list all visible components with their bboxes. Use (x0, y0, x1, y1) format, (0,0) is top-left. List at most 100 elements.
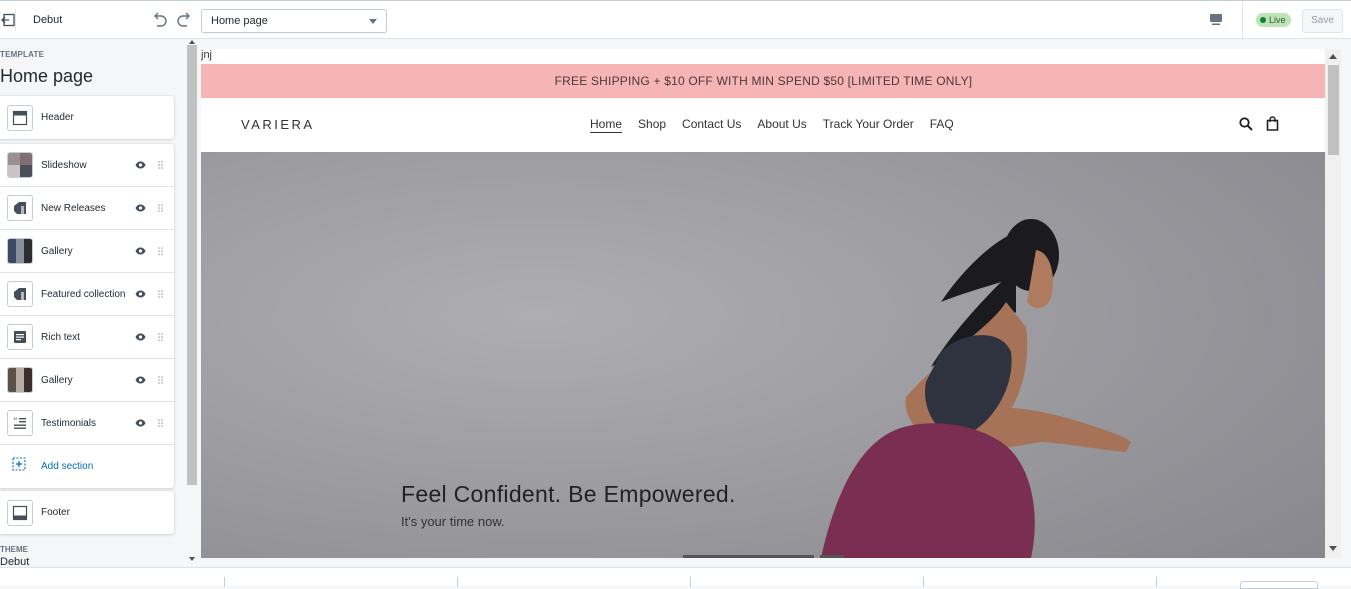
cart-icon[interactable] (1266, 116, 1279, 136)
slideshow-pagination (683, 555, 844, 558)
slide-indicator-active[interactable] (683, 555, 814, 558)
redo-button[interactable] (176, 12, 193, 33)
section-item-featured-collection[interactable]: Featured collection (0, 273, 174, 316)
sections-sidebar: TEMPLATE Home page Header Slideshow New … (0, 39, 185, 567)
quote-icon: “ (7, 410, 33, 436)
section-item-label: Testimonials (41, 417, 97, 429)
theme-value: Debut (0, 556, 30, 567)
scrollbar-thumb[interactable] (187, 45, 197, 485)
status-badge-label: Live (1269, 15, 1286, 25)
template-label: TEMPLATE (0, 50, 45, 59)
hero-athlete-image (201, 152, 1326, 558)
nav-link-track-order[interactable]: Track Your Order (823, 117, 914, 131)
visibility-eye-icon[interactable] (135, 242, 146, 260)
drag-handle-icon[interactable] (158, 371, 163, 389)
add-section-icon (12, 457, 26, 476)
preview-scrollbar[interactable] (1325, 49, 1341, 558)
section-item-rich-text[interactable]: Rich text (0, 316, 174, 359)
sections-card: Slideshow New Releases Gallery Featured … (0, 144, 174, 488)
text-block-icon (7, 324, 33, 350)
section-item-label: Gallery (41, 245, 73, 257)
hero-heading: Feel Confident. Be Empowered. (401, 481, 736, 507)
scroll-down-arrow-icon[interactable] (1329, 546, 1337, 551)
desktop-view-button[interactable] (1209, 13, 1223, 31)
store-preview: jnj FREE SHIPPING + $10 OFF WITH MIN SPE… (201, 49, 1341, 558)
theme-name: Debut (33, 14, 63, 26)
section-item-label: Rich text (41, 331, 80, 343)
visibility-eye-icon[interactable] (135, 285, 146, 303)
theme-label: THEME (0, 545, 28, 554)
section-item-header[interactable]: Header (0, 96, 174, 139)
add-section-button[interactable]: Add section (0, 445, 174, 488)
desktop-icon (1210, 14, 1222, 25)
visibility-eye-icon[interactable] (135, 414, 146, 432)
add-section-label: Add section (41, 461, 94, 472)
scrollbar-thumb[interactable] (1328, 65, 1339, 155)
slide-indicator[interactable] (820, 555, 844, 558)
toolbar-button[interactable] (1240, 581, 1318, 589)
store-nav: Home Shop Contact Us About Us Track Your… (590, 117, 954, 131)
nav-link-shop[interactable]: Shop (638, 117, 666, 131)
section-item-label: Gallery (41, 374, 73, 386)
page-select[interactable]: Home page (201, 9, 387, 33)
section-item-footer[interactable]: Footer (0, 491, 174, 534)
section-item-label: New Releases (41, 202, 106, 214)
gallery-thumbnail (7, 238, 33, 264)
section-item-gallery[interactable]: Gallery (0, 359, 174, 402)
exit-icon (0, 13, 15, 27)
topbar-divider (1242, 1, 1243, 40)
search-icon[interactable] (1239, 117, 1253, 136)
status-badge: Live (1256, 13, 1291, 27)
section-item-slideshow[interactable]: Slideshow (0, 144, 174, 187)
gallery-thumbnail (7, 367, 33, 393)
collection-tag-icon (7, 195, 33, 221)
nav-link-faq[interactable]: FAQ (930, 117, 954, 131)
undo-icon (154, 12, 167, 27)
slideshow-thumbnail (7, 152, 33, 178)
footer-card: Footer (0, 491, 174, 534)
exit-editor-button[interactable] (0, 9, 16, 31)
nav-link-about[interactable]: About Us (757, 117, 806, 131)
chevron-down-icon (369, 19, 377, 24)
section-item-label: Slideshow (41, 159, 87, 171)
collection-tag-icon (7, 281, 33, 307)
nav-link-contact[interactable]: Contact Us (682, 117, 741, 131)
save-button[interactable]: Save (1302, 9, 1343, 33)
store-header: VARIERA Home Shop Contact Us About Us Tr… (201, 98, 1326, 152)
hero-slideshow[interactable]: Feel Confident. Be Empowered. It's your … (201, 152, 1326, 558)
header-layout-icon (7, 104, 33, 131)
visibility-eye-icon[interactable] (135, 156, 146, 174)
hero-subheading: It's your time now. (401, 514, 505, 529)
scroll-up-arrow-icon[interactable] (189, 40, 195, 44)
section-item-gallery[interactable]: Gallery (0, 230, 174, 273)
drag-handle-icon[interactable] (158, 414, 163, 432)
sidebar-scrollbar[interactable] (185, 39, 199, 567)
page-title: Home page (0, 66, 94, 86)
live-dot-icon (1260, 17, 1266, 23)
drag-handle-icon[interactable] (158, 156, 163, 174)
section-item-new-releases[interactable]: New Releases (0, 187, 174, 230)
section-item-testimonials[interactable]: “ Testimonials (0, 402, 174, 445)
store-logo[interactable]: VARIERA (241, 117, 315, 132)
header-card: Header (0, 96, 174, 139)
drag-handle-icon[interactable] (158, 285, 163, 303)
stray-text: jnj (201, 49, 213, 61)
page-select-value: Home page (211, 15, 268, 27)
section-item-label: Featured collection (41, 288, 126, 300)
visibility-eye-icon[interactable] (135, 328, 146, 346)
drag-handle-icon[interactable] (158, 242, 163, 260)
footer-layout-icon (7, 499, 33, 526)
editor-topbar: Debut Home page Live Save (0, 0, 1351, 40)
undo-button[interactable] (151, 12, 168, 33)
redo-icon (177, 12, 190, 27)
visibility-eye-icon[interactable] (135, 371, 146, 389)
drag-handle-icon[interactable] (158, 328, 163, 346)
bottom-toolbar (0, 567, 1351, 589)
scroll-up-arrow-icon[interactable] (1329, 54, 1337, 59)
visibility-eye-icon[interactable] (135, 199, 146, 217)
announcement-bar[interactable]: FREE SHIPPING + $10 OFF WITH MIN SPEND $… (201, 64, 1326, 98)
scroll-down-arrow-icon[interactable] (189, 557, 195, 561)
section-item-label: Footer (41, 507, 70, 518)
nav-link-home[interactable]: Home (590, 117, 622, 131)
drag-handle-icon[interactable] (158, 199, 163, 217)
